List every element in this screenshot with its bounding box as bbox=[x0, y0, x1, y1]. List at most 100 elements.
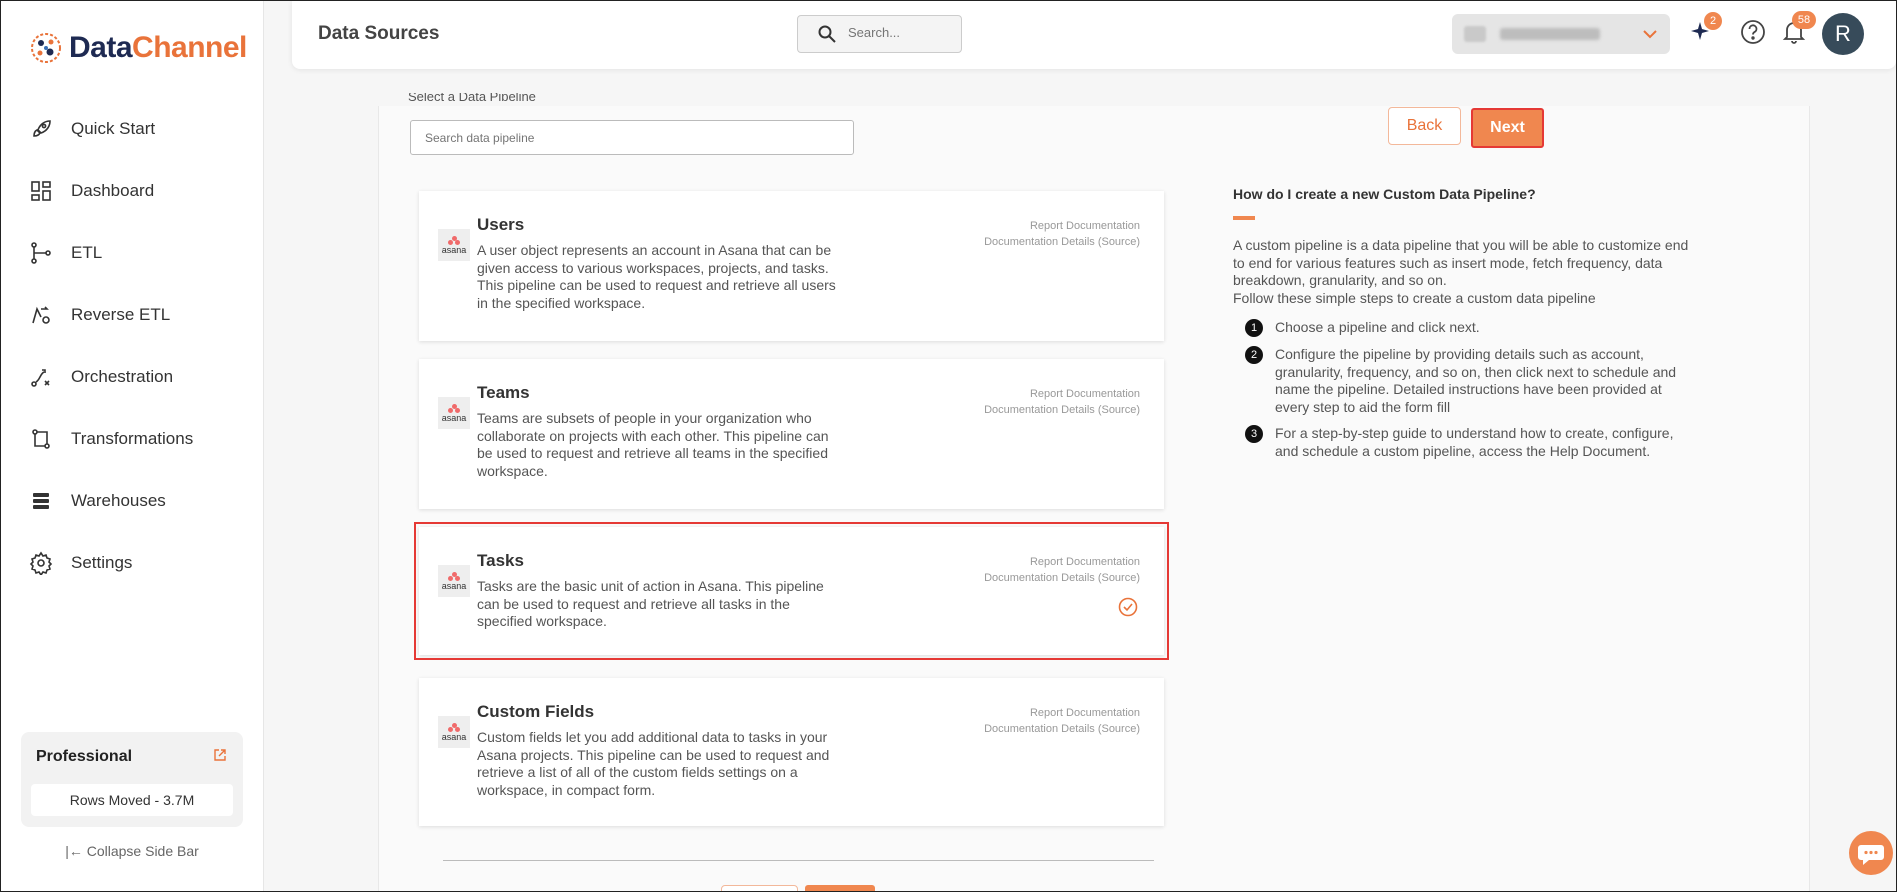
pipeline-card-teams[interactable]: asana Teams Teams are subsets of people … bbox=[419, 359, 1164, 509]
documentation-details-link[interactable]: Documentation Details (Source) bbox=[984, 721, 1140, 737]
help-intro: A custom pipeline is a data pipeline tha… bbox=[1233, 237, 1703, 307]
footer-next-button[interactable] bbox=[805, 885, 875, 891]
sidebar-item-quick-start[interactable]: Quick Start bbox=[1, 98, 263, 160]
warehouses-icon bbox=[27, 487, 55, 515]
selected-check-icon bbox=[1118, 597, 1138, 622]
orchestration-icon bbox=[27, 363, 55, 391]
asana-dots-icon bbox=[448, 403, 460, 413]
help-intro-text: A custom pipeline is a data pipeline tha… bbox=[1233, 237, 1689, 288]
sidebar-item-etl[interactable]: ETL bbox=[1, 222, 263, 284]
help-step: 2 Configure the pipeline by providing de… bbox=[1233, 346, 1703, 416]
sidebar-item-dashboard[interactable]: Dashboard bbox=[1, 160, 263, 222]
asana-dots-icon bbox=[448, 722, 460, 732]
avatar[interactable]: R bbox=[1822, 13, 1864, 55]
step-text: For a step-by-step guide to understand h… bbox=[1275, 425, 1674, 459]
report-documentation-link[interactable]: Report Documentation bbox=[984, 705, 1140, 721]
documentation-details-link[interactable]: Documentation Details (Source) bbox=[984, 402, 1140, 418]
collapse-sidebar-button[interactable]: |← Collapse Side Bar bbox=[1, 843, 263, 859]
pipeline-name: Teams bbox=[477, 383, 530, 402]
account-avatar-blurred bbox=[1464, 26, 1486, 42]
help-accent-bar bbox=[1233, 216, 1255, 220]
sidebar-item-orchestration[interactable]: Orchestration bbox=[1, 346, 263, 408]
brand-name-part2: Channel bbox=[132, 31, 247, 64]
asana-logo-text: asana bbox=[441, 412, 467, 423]
rows-moved: Rows Moved - 3.7M bbox=[31, 784, 233, 816]
plan-title: Professional bbox=[36, 748, 133, 765]
asana-logo: asana bbox=[438, 397, 470, 429]
asana-logo: asana bbox=[438, 229, 470, 261]
pipeline-card-custom-fields[interactable]: asana Custom Fields Custom fields let yo… bbox=[419, 678, 1164, 826]
collapse-label: Collapse Side Bar bbox=[86, 843, 199, 859]
global-search[interactable] bbox=[797, 15, 962, 53]
sidebar-item-label: Orchestration bbox=[71, 367, 174, 386]
asana-logo-text: asana bbox=[441, 244, 467, 255]
pipeline-links: Report Documentation Documentation Detai… bbox=[984, 705, 1140, 737]
pipeline-card-tasks[interactable]: asana Tasks Tasks are the basic unit of … bbox=[414, 522, 1169, 660]
notification-badge: 58 bbox=[1792, 11, 1816, 29]
pipeline-search-input[interactable] bbox=[410, 120, 854, 155]
pipeline-links: Report Documentation Documentation Detai… bbox=[984, 218, 1140, 250]
report-documentation-link[interactable]: Report Documentation bbox=[984, 554, 1140, 570]
plan-card: Professional Rows Moved - 3.7M bbox=[21, 732, 243, 827]
section-label: Select a Data Pipeline bbox=[408, 93, 536, 101]
top-bar: Data Sources 2 58 R bbox=[292, 1, 1896, 69]
help-step: 3 For a step-by-step guide to understand… bbox=[1233, 425, 1703, 460]
sidebar-item-label: Warehouses bbox=[71, 491, 166, 510]
reverse-etl-icon bbox=[27, 301, 55, 329]
help-button[interactable] bbox=[1740, 19, 1768, 47]
chat-button[interactable] bbox=[1849, 831, 1893, 875]
account-selector[interactable] bbox=[1452, 14, 1670, 54]
report-documentation-link[interactable]: Report Documentation bbox=[984, 386, 1140, 402]
footer-back-button[interactable] bbox=[721, 885, 798, 891]
gear-icon bbox=[27, 549, 55, 577]
sparkle-button[interactable]: 2 bbox=[1689, 12, 1722, 47]
pipeline-links: Report Documentation Documentation Detai… bbox=[984, 554, 1140, 586]
asana-logo: asana bbox=[438, 565, 470, 597]
pipeline-description: Tasks are the basic unit of action in As… bbox=[477, 578, 824, 629]
pipeline-card-users[interactable]: asana Users A user object represents an … bbox=[419, 191, 1164, 341]
documentation-details-link[interactable]: Documentation Details (Source) bbox=[984, 570, 1140, 586]
notifications-button[interactable]: 58 bbox=[1782, 11, 1816, 47]
step-text: Choose a pipeline and click next. bbox=[1275, 319, 1480, 335]
transformations-icon bbox=[27, 425, 55, 453]
asana-logo-text: asana bbox=[441, 580, 467, 591]
sidebar-item-settings[interactable]: Settings bbox=[1, 532, 263, 594]
etl-icon bbox=[27, 239, 55, 267]
sidebar-item-label: Dashboard bbox=[71, 181, 155, 200]
help-steps: 1 Choose a pipeline and click next. 2 Co… bbox=[1233, 319, 1703, 460]
collapse-icon: |← bbox=[65, 843, 83, 859]
brand-logo[interactable]: DataChannel bbox=[29, 31, 247, 65]
asana-logo: asana bbox=[438, 716, 470, 748]
sidebar-item-transformations[interactable]: Transformations bbox=[1, 408, 263, 470]
sidebar: DataChannel Quick Start Dashboard ETL Re… bbox=[1, 1, 264, 891]
global-search-input[interactable] bbox=[846, 24, 950, 41]
step-number: 3 bbox=[1245, 425, 1263, 443]
step-number: 1 bbox=[1245, 319, 1263, 337]
help-title: How do I create a new Custom Data Pipeli… bbox=[1233, 186, 1536, 202]
sidebar-item-reverse-etl[interactable]: Reverse ETL bbox=[1, 284, 263, 346]
help-icon bbox=[1741, 20, 1765, 44]
next-button[interactable]: Next bbox=[1471, 108, 1544, 148]
asana-logo-text: asana bbox=[441, 731, 467, 742]
footer-divider bbox=[443, 860, 1154, 861]
sparkle-badge: 2 bbox=[1704, 12, 1722, 30]
help-intro-text-2: Follow these simple steps to create a cu… bbox=[1233, 289, 1596, 306]
sidebar-item-label: Quick Start bbox=[71, 119, 156, 138]
back-button[interactable]: Back bbox=[1388, 107, 1461, 145]
external-link-icon[interactable] bbox=[213, 748, 227, 765]
app-window: DataChannel Quick Start Dashboard ETL Re… bbox=[0, 0, 1897, 892]
dashboard-icon bbox=[27, 177, 55, 205]
datachannel-logo-icon bbox=[31, 33, 61, 63]
sidebar-item-warehouses[interactable]: Warehouses bbox=[1, 470, 263, 532]
help-panel: How do I create a new Custom Data Pipeli… bbox=[1233, 186, 1703, 469]
sidebar-item-label: Settings bbox=[71, 553, 133, 572]
page-title: Data Sources bbox=[318, 23, 440, 44]
sidebar-item-label: Transformations bbox=[71, 429, 194, 448]
asana-dots-icon bbox=[448, 235, 460, 245]
sidebar-nav: Quick Start Dashboard ETL Reverse ETL Or… bbox=[1, 98, 263, 594]
account-name-blurred bbox=[1500, 28, 1600, 40]
report-documentation-link[interactable]: Report Documentation bbox=[984, 218, 1140, 234]
search-icon bbox=[818, 25, 836, 48]
sidebar-item-label: Reverse ETL bbox=[71, 305, 171, 324]
documentation-details-link[interactable]: Documentation Details (Source) bbox=[984, 234, 1140, 250]
